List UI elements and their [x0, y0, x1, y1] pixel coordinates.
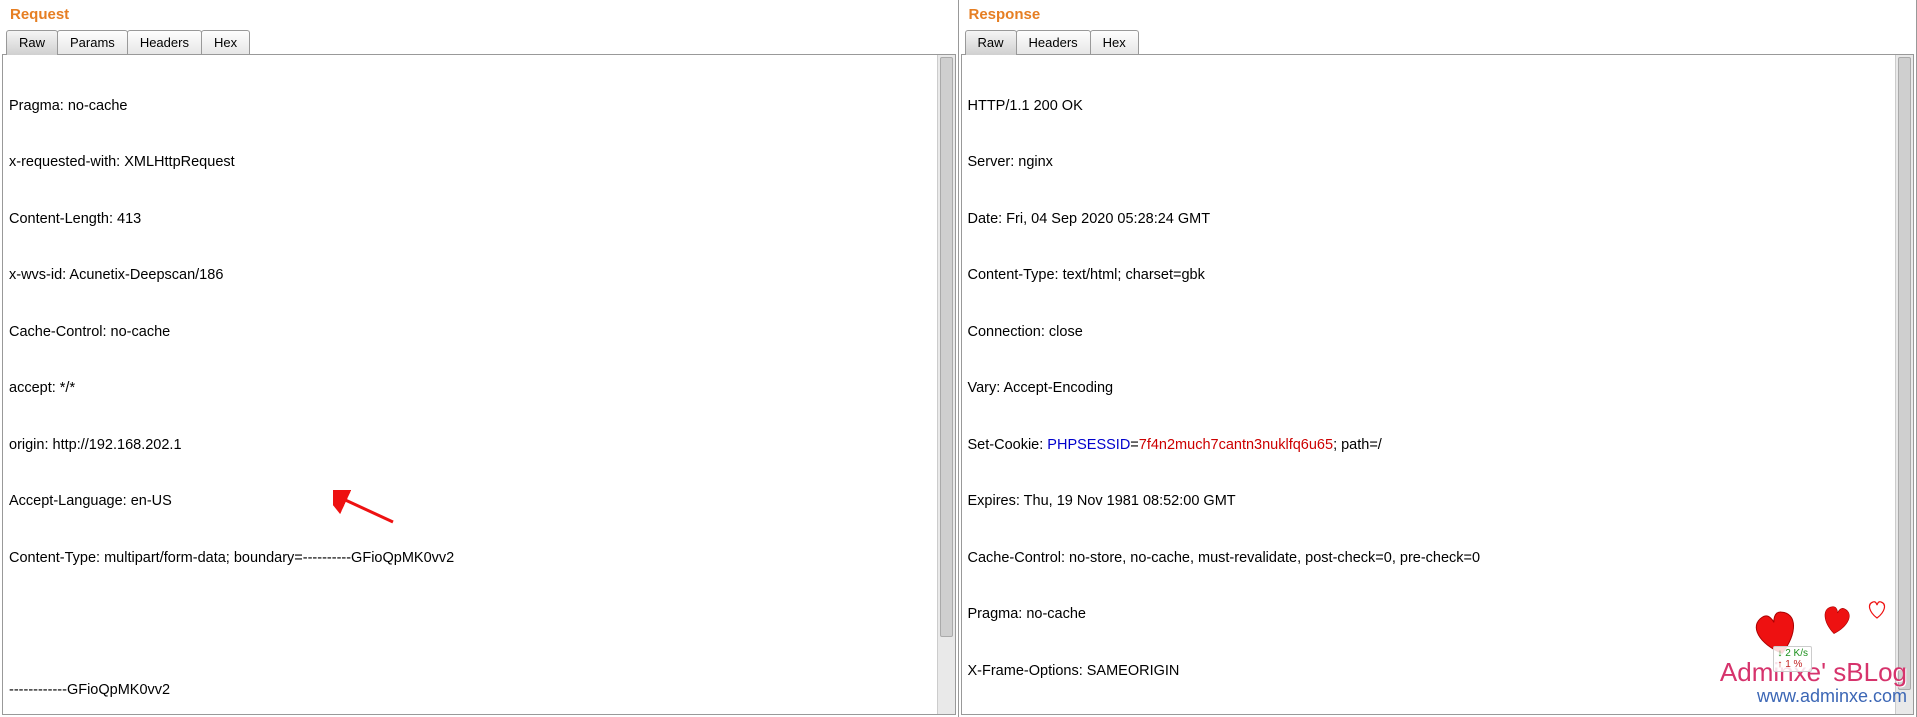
tab-request-hex[interactable]: Hex — [201, 30, 250, 55]
tab-response-raw[interactable]: Raw — [965, 30, 1017, 55]
request-scrollbar[interactable] — [937, 55, 955, 714]
blank-line — [9, 605, 931, 624]
response-tabs: Raw Headers Hex — [959, 27, 1917, 54]
resp-header-line: Server: nginx — [968, 153, 1890, 172]
resp-header-line: Connection: close — [968, 323, 1890, 342]
req-header-line: accept: */* — [9, 379, 931, 398]
resp-header-cookie: Set-Cookie: PHPSESSID=7f4n2much7cantn3nu… — [968, 436, 1890, 455]
tab-request-params[interactable]: Params — [57, 30, 128, 55]
response-pane: Response Raw Headers Hex HTTP/1.1 200 OK… — [959, 0, 1917, 717]
request-tabs: Raw Params Headers Hex — [0, 27, 958, 54]
scroll-thumb[interactable] — [940, 57, 953, 637]
req-header-line: Accept-Language: en-US — [9, 492, 931, 511]
boundary-line: ------------GFioQpMK0vv2 — [9, 681, 931, 700]
req-header-line: origin: http://192.168.202.1 — [9, 436, 931, 455]
req-header-line: Content-Type: multipart/form-data; bound… — [9, 549, 931, 568]
scroll-thumb[interactable] — [1898, 57, 1911, 690]
resp-header-line: X-Frame-Options: SAMEORIGIN — [968, 662, 1890, 681]
resp-header-line: Date: Fri, 04 Sep 2020 05:28:24 GMT — [968, 210, 1890, 229]
resp-header-line: Cache-Control: no-store, no-cache, must-… — [968, 549, 1890, 568]
request-content-wrap: Pragma: no-cache x-requested-with: XMLHt… — [2, 54, 956, 715]
resp-header-line: Pragma: no-cache — [968, 605, 1890, 624]
response-scrollbar[interactable] — [1895, 55, 1913, 714]
resp-header-line: Expires: Thu, 19 Nov 1981 08:52:00 GMT — [968, 492, 1890, 511]
req-header-line: Pragma: no-cache — [9, 97, 931, 116]
request-raw-content[interactable]: Pragma: no-cache x-requested-with: XMLHt… — [3, 55, 937, 714]
tab-request-raw[interactable]: Raw — [6, 30, 58, 55]
resp-header-line: HTTP/1.1 200 OK — [968, 97, 1890, 116]
resp-header-line: Content-Type: text/html; charset=gbk — [968, 266, 1890, 285]
response-content-wrap: HTTP/1.1 200 OK Server: nginx Date: Fri,… — [961, 54, 1915, 715]
tab-request-headers[interactable]: Headers — [127, 30, 202, 55]
req-header-line: x-wvs-id: Acunetix-Deepscan/186 — [9, 266, 931, 285]
req-header-line: x-requested-with: XMLHttpRequest — [9, 153, 931, 172]
req-header-line: Cache-Control: no-cache — [9, 323, 931, 342]
response-title: Response — [959, 0, 1917, 27]
response-raw-content[interactable]: HTTP/1.1 200 OK Server: nginx Date: Fri,… — [962, 55, 1896, 714]
resp-header-line: Vary: Accept-Encoding — [968, 379, 1890, 398]
request-title: Request — [0, 0, 958, 27]
request-pane: Request Raw Params Headers Hex Pragma: n… — [0, 0, 959, 717]
tab-response-headers[interactable]: Headers — [1016, 30, 1091, 55]
tab-response-hex[interactable]: Hex — [1090, 30, 1139, 55]
req-header-line: Content-Length: 413 — [9, 210, 931, 229]
